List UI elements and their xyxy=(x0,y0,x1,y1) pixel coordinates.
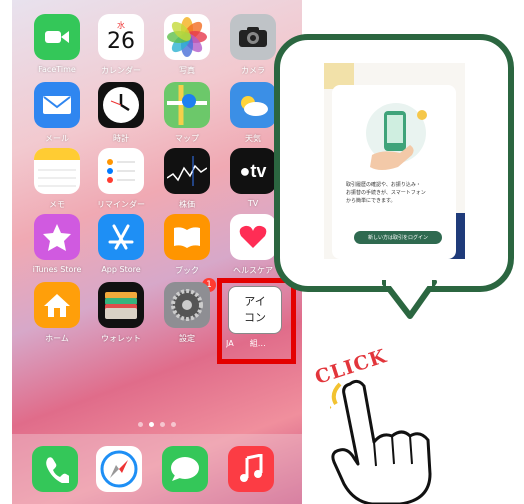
app-label: 写真 xyxy=(179,66,195,75)
app-photos[interactable]: 写真 xyxy=(154,14,220,76)
ja-app-label: JA 組… xyxy=(226,339,266,348)
app-label: App Store xyxy=(101,265,141,274)
app-screenshot-art xyxy=(324,63,465,259)
appletv-text: ●tv xyxy=(239,160,267,181)
app-settings[interactable]: 1 設定 xyxy=(154,278,220,344)
stocks-icon xyxy=(164,148,210,194)
itunes-store-icon xyxy=(34,214,80,260)
maps-icon xyxy=(164,82,210,128)
calendar-date: 26 xyxy=(107,28,135,54)
bubble-text-line: お振替の手続きが、スマートフォン xyxy=(346,190,426,196)
reminders-icon xyxy=(98,148,144,194)
app-label: 株価 xyxy=(179,200,195,209)
app-label: ブック xyxy=(175,266,199,275)
app-label: マップ xyxy=(175,134,199,143)
settings-icon xyxy=(164,282,210,328)
app-books[interactable]: ブック xyxy=(154,214,220,276)
app-label: iTunes Store xyxy=(32,265,82,274)
iphone-home-screen: FaceTime 水 26 カレンダー 写真 カメラ メール 時計 マップ 天気 メモ リマインダー株… xyxy=(12,0,302,504)
app-home[interactable]: ホーム xyxy=(24,282,90,344)
camera-icon xyxy=(230,14,276,60)
page-dots xyxy=(12,422,302,427)
app-label: 設定 xyxy=(179,334,195,343)
app-clock[interactable]: 時計 xyxy=(88,82,154,144)
app-screenshot-text: 取引履歴の確認や、お振り込み・ お振替の手続きが、スマートフォン から簡単にでき… xyxy=(346,181,446,205)
app-facetime[interactable]: FaceTime xyxy=(24,14,90,74)
app-label: ウォレット xyxy=(101,334,141,343)
app-reminders[interactable]: リマインダー xyxy=(88,148,154,210)
app-itunes-store[interactable]: iTunes Store xyxy=(24,214,90,274)
music-icon[interactable] xyxy=(228,446,274,492)
app-notes[interactable]: メモ xyxy=(24,148,90,210)
bubble-text-line: から簡単にできます。 xyxy=(346,198,396,204)
home-icon xyxy=(34,282,80,328)
ja-app-icon[interactable]: アイ コン xyxy=(228,286,282,334)
app-label: 時計 xyxy=(113,134,129,143)
bubble-text-line: 取引履歴の確認や、お振り込み・ xyxy=(346,182,421,188)
app-mail[interactable]: メール xyxy=(24,82,90,144)
speech-bubble-tail xyxy=(382,280,437,319)
app-screenshot: 取引履歴の確認や、お振り込み・ お振替の手続きが、スマートフォン から簡単にでき… xyxy=(324,63,465,259)
app-wallet[interactable]: ウォレット xyxy=(88,282,154,344)
photos-icon xyxy=(164,14,210,60)
books-icon xyxy=(164,214,210,260)
appletv-icon: ●tv xyxy=(230,148,276,194)
phone-icon[interactable] xyxy=(32,446,78,492)
pointing-hand-icon xyxy=(330,379,432,504)
clock-icon xyxy=(98,82,144,128)
calendar-icon: 水 26 xyxy=(98,14,144,60)
login-button[interactable]: 新しい方は取引をログイン xyxy=(354,234,442,241)
app-label: ホーム xyxy=(45,334,69,343)
app-stocks[interactable]: 株価 xyxy=(154,148,220,210)
app-label: メモ xyxy=(49,200,65,209)
app-label: リマインダー xyxy=(97,200,145,209)
app-label: FaceTime xyxy=(38,65,76,74)
health-icon xyxy=(230,214,276,260)
app-maps[interactable]: マップ xyxy=(154,82,220,144)
mail-icon xyxy=(34,82,80,128)
app-label: カレンダー xyxy=(101,66,141,75)
facetime-icon xyxy=(34,14,80,60)
app-app-store[interactable]: App Store xyxy=(88,214,154,274)
wallet-icon xyxy=(98,282,144,328)
safari-icon[interactable] xyxy=(96,446,142,492)
messages-icon[interactable] xyxy=(162,446,208,492)
weather-icon xyxy=(230,82,276,128)
notes-icon xyxy=(34,148,80,194)
app-store-icon xyxy=(98,214,144,260)
app-label: メール xyxy=(45,134,69,143)
app-calendar[interactable]: 水 26 カレンダー xyxy=(88,14,154,76)
